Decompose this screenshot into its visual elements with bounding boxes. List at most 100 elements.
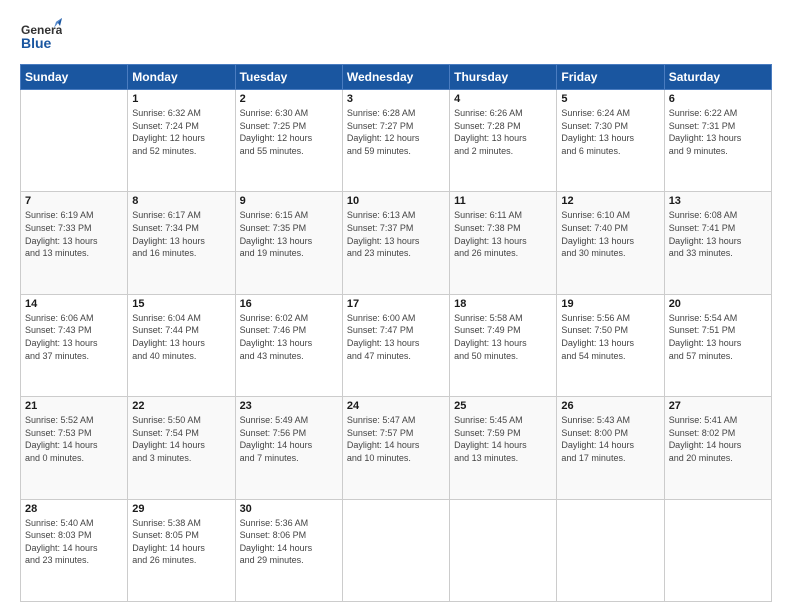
- calendar-cell: 16 Sunrise: 6:02 AM Sunset: 7:46 PM Dayli…: [235, 294, 342, 396]
- calendar-cell: 2 Sunrise: 6:30 AM Sunset: 7:25 PM Daylig…: [235, 90, 342, 192]
- calendar-cell: 30 Sunrise: 5:36 AM Sunset: 8:06 PM Dayli…: [235, 499, 342, 601]
- cell-info: Sunrise: 5:49 AM Sunset: 7:56 PM Dayligh…: [240, 414, 338, 464]
- cell-info: Sunrise: 5:52 AM Sunset: 7:53 PM Dayligh…: [25, 414, 123, 464]
- cell-info: Sunrise: 6:22 AM Sunset: 7:31 PM Dayligh…: [669, 107, 767, 157]
- cell-info: Sunrise: 5:54 AM Sunset: 7:51 PM Dayligh…: [669, 312, 767, 362]
- calendar-cell: 23Sunrise: 5:49 AM Sunset: 7:56 PM Dayli…: [235, 397, 342, 499]
- header: General Blue: [20, 16, 772, 58]
- cell-date-number: 26: [561, 400, 659, 412]
- cell-info: Sunrise: 6:28 AM Sunset: 7:27 PM Dayligh…: [347, 107, 445, 157]
- week-row-4: 21 Sunrise: 5:52 AM Sunset: 7:53 PM Dayli…: [21, 397, 772, 499]
- cell-date-number: 2: [240, 93, 338, 105]
- cell-info: Sunrise: 5:47 AM Sunset: 7:57 PM Dayligh…: [347, 414, 445, 464]
- cell-date-number: 28: [25, 503, 123, 515]
- calendar-cell: 10 Sunrise: 6:13 AM Sunset: 7:37 PM Dayli…: [342, 192, 449, 294]
- cell-info: Sunrise: 6:15 AM Sunset: 7:35 PM Dayligh…: [240, 209, 338, 259]
- cell-info: Sunrise: 6:04 AM Sunset: 7:44 PM Dayligh…: [132, 312, 230, 362]
- cell-info: Sunrise: 6:10 AM Sunset: 7:40 PM Dayligh…: [561, 209, 659, 259]
- cell-date-number: 19: [561, 298, 659, 310]
- calendar-cell: 15Sunrise: 6:04 AM Sunset: 7:44 PM Dayli…: [128, 294, 235, 396]
- cell-info: Sunrise: 5:41 AM Sunset: 8:02 PM Dayligh…: [669, 414, 767, 464]
- cell-date-number: 17: [347, 298, 445, 310]
- cell-info: Sunrise: 5:58 AM Sunset: 7:49 PM Dayligh…: [454, 312, 552, 362]
- calendar-cell: 12 Sunrise: 6:10 AM Sunset: 7:40 PM Dayli…: [557, 192, 664, 294]
- cell-date-number: 20: [669, 298, 767, 310]
- cell-info: Sunrise: 5:38 AM Sunset: 8:05 PM Dayligh…: [132, 517, 230, 567]
- cell-date-number: 7: [25, 195, 123, 207]
- day-header-tuesday: Tuesday: [235, 65, 342, 90]
- calendar-cell: [664, 499, 771, 601]
- calendar-cell: 1 Sunrise: 6:32 AM Sunset: 7:24 PM Daylig…: [128, 90, 235, 192]
- calendar-cell: [21, 90, 128, 192]
- calendar-cell: 21 Sunrise: 5:52 AM Sunset: 7:53 PM Dayli…: [21, 397, 128, 499]
- day-header-friday: Friday: [557, 65, 664, 90]
- cell-date-number: 18: [454, 298, 552, 310]
- calendar-cell: 27 Sunrise: 5:41 AM Sunset: 8:02 PM Dayli…: [664, 397, 771, 499]
- cell-date-number: 9: [240, 195, 338, 207]
- cell-info: Sunrise: 6:06 AM Sunset: 7:43 PM Dayligh…: [25, 312, 123, 362]
- day-header-thursday: Thursday: [450, 65, 557, 90]
- cell-info: Sunrise: 6:26 AM Sunset: 7:28 PM Dayligh…: [454, 107, 552, 157]
- logo: General Blue: [20, 16, 62, 58]
- cell-date-number: 6: [669, 93, 767, 105]
- cell-date-number: 13: [669, 195, 767, 207]
- cell-info: Sunrise: 5:43 AM Sunset: 8:00 PM Dayligh…: [561, 414, 659, 464]
- calendar-cell: 5 Sunrise: 6:24 AM Sunset: 7:30 PM Daylig…: [557, 90, 664, 192]
- calendar-cell: 25Sunrise: 5:45 AM Sunset: 7:59 PM Dayli…: [450, 397, 557, 499]
- calendar-cell: 6 Sunrise: 6:22 AM Sunset: 7:31 PM Daylig…: [664, 90, 771, 192]
- cell-date-number: 4: [454, 93, 552, 105]
- calendar-cell: 4 Sunrise: 6:26 AM Sunset: 7:28 PM Daylig…: [450, 90, 557, 192]
- day-header-row: SundayMondayTuesdayWednesdayThursdayFrid…: [21, 65, 772, 90]
- cell-date-number: 16: [240, 298, 338, 310]
- cell-info: Sunrise: 6:08 AM Sunset: 7:41 PM Dayligh…: [669, 209, 767, 259]
- calendar-cell: 13 Sunrise: 6:08 AM Sunset: 7:41 PM Dayli…: [664, 192, 771, 294]
- calendar-cell: 11 Sunrise: 6:11 AM Sunset: 7:38 PM Dayli…: [450, 192, 557, 294]
- calendar-table: SundayMondayTuesdayWednesdayThursdayFrid…: [20, 64, 772, 602]
- calendar-cell: 8 Sunrise: 6:17 AM Sunset: 7:34 PM Daylig…: [128, 192, 235, 294]
- cell-date-number: 5: [561, 93, 659, 105]
- page: General Blue SundayMondayTuesdayWednesda…: [0, 0, 792, 612]
- cell-info: Sunrise: 5:50 AM Sunset: 7:54 PM Dayligh…: [132, 414, 230, 464]
- cell-date-number: 22: [132, 400, 230, 412]
- cell-info: Sunrise: 6:17 AM Sunset: 7:34 PM Dayligh…: [132, 209, 230, 259]
- cell-date-number: 11: [454, 195, 552, 207]
- calendar-cell: [342, 499, 449, 601]
- cell-date-number: 30: [240, 503, 338, 515]
- svg-text:Blue: Blue: [21, 35, 52, 51]
- calendar-cell: [450, 499, 557, 601]
- cell-date-number: 21: [25, 400, 123, 412]
- calendar-cell: [557, 499, 664, 601]
- calendar-cell: 17Sunrise: 6:00 AM Sunset: 7:47 PM Dayli…: [342, 294, 449, 396]
- cell-info: Sunrise: 6:13 AM Sunset: 7:37 PM Dayligh…: [347, 209, 445, 259]
- cell-info: Sunrise: 6:02 AM Sunset: 7:46 PM Dayligh…: [240, 312, 338, 362]
- cell-date-number: 8: [132, 195, 230, 207]
- cell-date-number: 12: [561, 195, 659, 207]
- cell-date-number: 14: [25, 298, 123, 310]
- calendar-cell: 14 Sunrise: 6:06 AM Sunset: 7:43 PM Dayli…: [21, 294, 128, 396]
- calendar-cell: 3Sunrise: 6:28 AM Sunset: 7:27 PM Daylig…: [342, 90, 449, 192]
- cell-date-number: 10: [347, 195, 445, 207]
- cell-info: Sunrise: 5:45 AM Sunset: 7:59 PM Dayligh…: [454, 414, 552, 464]
- cell-info: Sunrise: 6:11 AM Sunset: 7:38 PM Dayligh…: [454, 209, 552, 259]
- cell-info: Sunrise: 6:19 AM Sunset: 7:33 PM Dayligh…: [25, 209, 123, 259]
- cell-info: Sunrise: 6:24 AM Sunset: 7:30 PM Dayligh…: [561, 107, 659, 157]
- calendar-cell: 20 Sunrise: 5:54 AM Sunset: 7:51 PM Dayli…: [664, 294, 771, 396]
- calendar-cell: 24 Sunrise: 5:47 AM Sunset: 7:57 PM Dayli…: [342, 397, 449, 499]
- day-header-monday: Monday: [128, 65, 235, 90]
- cell-date-number: 1: [132, 93, 230, 105]
- cell-info: Sunrise: 6:32 AM Sunset: 7:24 PM Dayligh…: [132, 107, 230, 157]
- cell-date-number: 27: [669, 400, 767, 412]
- calendar-cell: 9 Sunrise: 6:15 AM Sunset: 7:35 PM Daylig…: [235, 192, 342, 294]
- general-blue-logo-svg: General Blue: [20, 16, 62, 58]
- cell-info: Sunrise: 5:40 AM Sunset: 8:03 PM Dayligh…: [25, 517, 123, 567]
- cell-info: Sunrise: 5:56 AM Sunset: 7:50 PM Dayligh…: [561, 312, 659, 362]
- cell-date-number: 24: [347, 400, 445, 412]
- day-header-sunday: Sunday: [21, 65, 128, 90]
- week-row-5: 28 Sunrise: 5:40 AM Sunset: 8:03 PM Dayli…: [21, 499, 772, 601]
- day-header-saturday: Saturday: [664, 65, 771, 90]
- cell-info: Sunrise: 6:30 AM Sunset: 7:25 PM Dayligh…: [240, 107, 338, 157]
- calendar-cell: 28 Sunrise: 5:40 AM Sunset: 8:03 PM Dayli…: [21, 499, 128, 601]
- day-header-wednesday: Wednesday: [342, 65, 449, 90]
- cell-info: Sunrise: 5:36 AM Sunset: 8:06 PM Dayligh…: [240, 517, 338, 567]
- week-row-1: 1 Sunrise: 6:32 AM Sunset: 7:24 PM Daylig…: [21, 90, 772, 192]
